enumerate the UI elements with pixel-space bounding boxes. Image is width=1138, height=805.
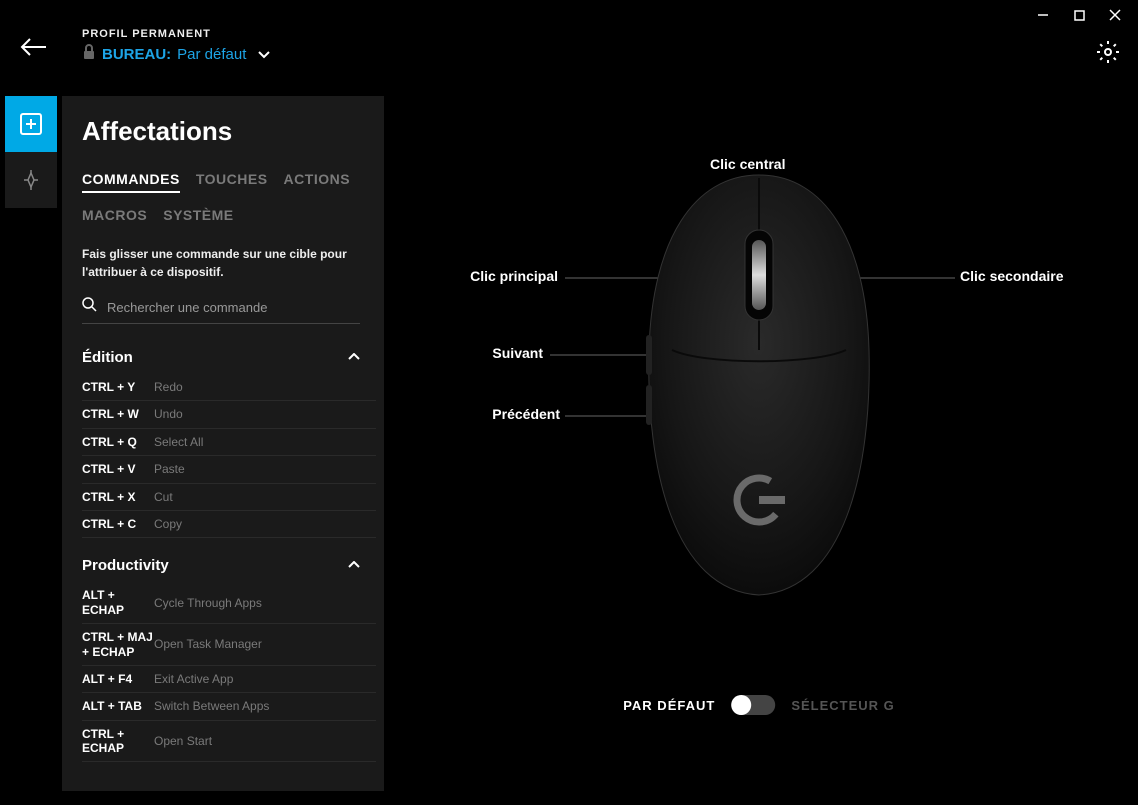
command-row[interactable]: ALT + ECHAPCycle Through Apps xyxy=(82,582,376,624)
sensitivity-tool[interactable] xyxy=(5,152,57,208)
command-row[interactable]: CTRL + ECHAPOpen Start xyxy=(82,721,376,763)
panel-title: Affectations xyxy=(82,116,384,147)
command-row[interactable]: CTRL + VPaste xyxy=(82,456,376,483)
commands-scroll[interactable]: Édition CTRL + YRedo CTRL + WUndo CTRL +… xyxy=(82,340,384,791)
tab-touches[interactable]: TOUCHES xyxy=(196,171,268,193)
callout-back: Précédent xyxy=(492,406,560,422)
callout-secondary-click: Clic secondaire xyxy=(960,268,1064,284)
search-input[interactable] xyxy=(107,300,360,315)
profile-selector[interactable]: BUREAU: Par défaut xyxy=(82,44,270,65)
search-row xyxy=(82,297,360,324)
command-row[interactable]: CTRL + YRedo xyxy=(82,374,376,401)
tab-macros[interactable]: MACROS xyxy=(82,207,147,227)
command-row[interactable]: CTRL + CCopy xyxy=(82,511,376,538)
settings-button[interactable] xyxy=(1096,40,1120,69)
tab-actions[interactable]: ACTIONS xyxy=(284,171,351,193)
maximize-button[interactable] xyxy=(1070,6,1088,24)
lock-icon xyxy=(82,44,96,65)
toggle-label-gselector: SÉLECTEUR G xyxy=(791,698,894,713)
assignments-tool[interactable] xyxy=(5,96,57,152)
command-row[interactable]: CTRL + MAJ + ECHAPOpen Task Manager xyxy=(82,624,376,666)
command-row[interactable]: CTRL + WUndo xyxy=(82,401,376,428)
window-titlebar xyxy=(1020,0,1138,30)
command-row[interactable]: CTRL + QSelect All xyxy=(82,429,376,456)
assignments-panel: Affectations COMMANDES TOUCHES ACTIONS M… xyxy=(62,96,384,791)
tab-systeme[interactable]: SYSTÈME xyxy=(163,207,233,227)
command-row[interactable]: ALT + F4Exit Active App xyxy=(82,666,376,693)
category-tabs: COMMANDES TOUCHES ACTIONS MACROS SYSTÈME xyxy=(82,171,384,227)
app-header: PROFIL PERMANENT BUREAU: Par défaut xyxy=(18,28,1120,65)
category-header-edition[interactable]: Édition xyxy=(82,340,376,374)
tool-rail xyxy=(5,96,57,208)
callout-forward: Suivant xyxy=(492,345,543,361)
callout-primary-click: Clic principal xyxy=(470,268,558,284)
chevron-up-icon xyxy=(348,556,360,574)
command-row[interactable]: CTRL + XCut xyxy=(82,484,376,511)
command-row[interactable]: ALT + TABSwitch Between Apps xyxy=(82,693,376,720)
device-visualization: Clic central Clic principal Clic seconda… xyxy=(400,120,1118,745)
profile-permanent-label: PROFIL PERMANENT xyxy=(82,28,270,40)
close-button[interactable] xyxy=(1106,6,1124,24)
toggle-knob xyxy=(731,695,751,715)
bureau-label: BUREAU: xyxy=(102,46,171,63)
search-icon xyxy=(82,297,97,317)
category-header-productivity[interactable]: Productivity xyxy=(82,548,376,582)
mode-toggle: PAR DÉFAUT SÉLECTEUR G xyxy=(623,695,895,715)
back-button[interactable] xyxy=(18,31,50,63)
profile-name: Par défaut xyxy=(177,46,246,63)
tab-commandes[interactable]: COMMANDES xyxy=(82,171,180,193)
toggle-switch[interactable] xyxy=(731,695,775,715)
toggle-label-default: PAR DÉFAUT xyxy=(623,698,715,713)
device-image xyxy=(644,170,874,605)
minimize-button[interactable] xyxy=(1034,6,1052,24)
instruction-text: Fais glisser une commande sur une cible … xyxy=(82,245,384,281)
chevron-down-icon[interactable] xyxy=(258,46,270,64)
chevron-up-icon xyxy=(348,348,360,366)
